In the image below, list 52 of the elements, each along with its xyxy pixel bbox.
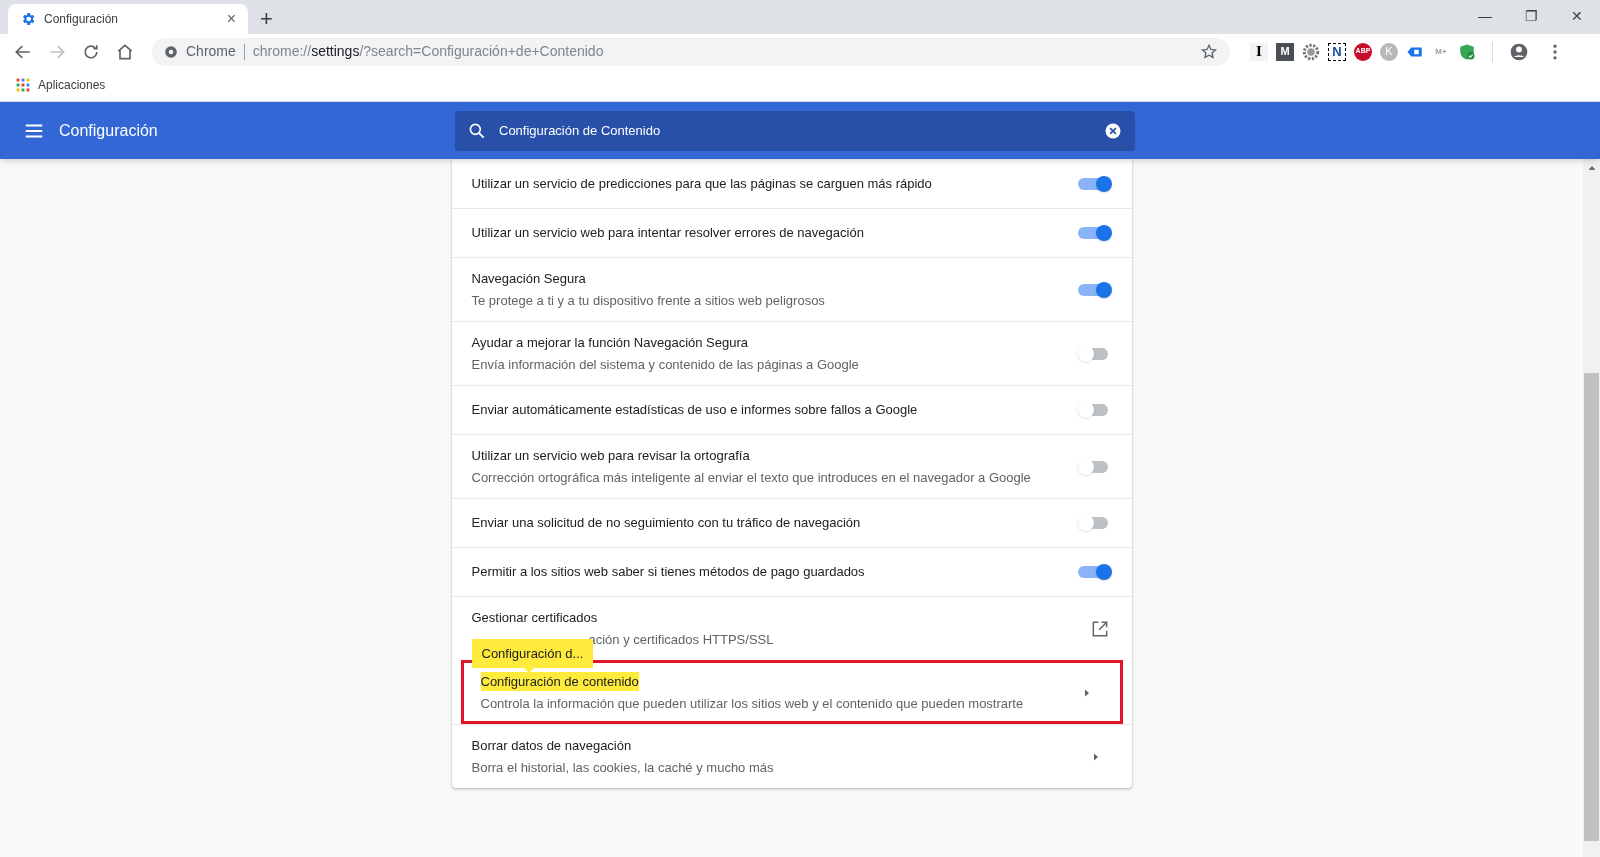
- setting-title: Permitir a los sitios web saber si tienes métodos de pago guardados: [471, 563, 865, 582]
- setting-title: Utilizar un servicio de predicciones para que las páginas se carguen más rápido: [471, 174, 932, 193]
- site-label: Chrome: [186, 42, 236, 61]
- setting-title: Utilizar un servicio web para revisar la ortografía: [471, 446, 750, 465]
- restore-button[interactable]: ❐: [1508, 0, 1554, 32]
- extension-icon[interactable]: M: [1276, 42, 1294, 61]
- gear-icon: [20, 11, 36, 27]
- highlighted-setting-row[interactable]: Configuración de contenido Controla la información que pueden utilizar los sitios web y el contenido que pueden mostrarte: [460, 660, 1123, 724]
- setting-title: Utilizar un servicio web para intentar resolver errores de navegación: [471, 224, 864, 243]
- setting-description: Te protege a ti y a tu dispositivo frente a sitios web peligrosos: [471, 292, 826, 310]
- apps-grid-icon: [16, 78, 30, 92]
- extension-icon[interactable]: I: [1250, 42, 1268, 61]
- setting-title: Ayudar a mejorar la función Navegación Segura: [471, 333, 749, 352]
- search-input[interactable]: Configuración de Contenido: [499, 120, 1091, 141]
- search-field[interactable]: Configuración de Contenido: [455, 110, 1135, 151]
- bookmark-item[interactable]: Aplicaciones: [16, 76, 106, 94]
- setting-row[interactable]: Navegación Segura Te protege a ti y a tu dispositivo frente a sitios web peligrosos: [451, 257, 1132, 321]
- setting-row[interactable]: Enviar una solicitud de no seguimiento con tu tráfico de navegación: [451, 498, 1132, 547]
- setting-title: Gestionar certificados: [471, 608, 598, 627]
- gear-icon[interactable]: [1302, 42, 1320, 61]
- toggle-switch[interactable]: [1077, 562, 1112, 582]
- tab-title: Configuración: [44, 11, 120, 28]
- setting-row[interactable]: Utilizar un servicio web para revisar la ortografía Corrección ortográfica más inteligente al enviar el texto que introduces en el navegador a Google: [451, 434, 1132, 498]
- close-window-button[interactable]: ✕: [1554, 0, 1600, 32]
- shield-icon[interactable]: [1458, 42, 1476, 61]
- setting-description: Borra el historial, las cookies, la caché y mucho más: [471, 759, 775, 777]
- setting-row[interactable]: Utilizar un servicio web para intentar resolver errores de navegación: [451, 208, 1132, 257]
- close-tab-button[interactable]: ×: [226, 11, 236, 27]
- star-icon[interactable]: [1200, 42, 1218, 61]
- extension-icon[interactable]: N: [1328, 42, 1346, 61]
- setting-row[interactable]: Ayudar a mejorar la función Navegación Segura Envía información del sistema y contenido de las páginas a Google: [451, 321, 1132, 385]
- minimize-button[interactable]: —: [1462, 0, 1508, 32]
- setting-description: Controla la información que pueden utilizar los sitios web y el contenido que pueden mostrarte: [480, 695, 1025, 713]
- setting-row[interactable]: Utilizar un servicio de predicciones para que las páginas se carguen más rápido: [451, 159, 1132, 208]
- setting-title: Enviar automáticamente estadísticas de uso e informes sobre fallos a Google: [471, 401, 918, 420]
- setting-description: Corrección ortográfica más inteligente al enviar el texto que introduces en el navegador a Google: [471, 469, 1032, 487]
- url-text: chrome://settings/?search=Configuración+de+Contenido: [252, 42, 605, 61]
- setting-title: Borrar datos de navegación: [471, 736, 632, 755]
- setting-title: Configuración de contenido: [480, 671, 639, 691]
- setting-row[interactable]: Permitir a los sitios web saber si tienes métodos de pago guardados: [451, 547, 1132, 596]
- setting-row[interactable]: Borrar datos de navegación Borra el historial, las cookies, la caché y mucho más: [451, 724, 1132, 788]
- setting-description: Envía información del sistema y contenido de las páginas a Google: [471, 356, 860, 374]
- address-bar[interactable]: Chrome chrome://settings/?search=Configuración+de+Contenido: [152, 37, 1230, 66]
- setting-title: Navegación Segura: [471, 269, 586, 288]
- new-tab-button[interactable]: +: [260, 8, 273, 30]
- setting-row[interactable]: Enviar automáticamente estadísticas de uso e informes sobre fallos a Google: [451, 385, 1132, 434]
- browser-tab[interactable]: Configuración ×: [8, 4, 248, 34]
- account-icon[interactable]: [1509, 41, 1529, 62]
- toggle-switch[interactable]: [1077, 223, 1112, 243]
- settings-title: Configuración: [59, 120, 159, 141]
- setting-title: Enviar una solicitud de no seguimiento con tu tráfico de navegación: [471, 514, 861, 533]
- scrollbar[interactable]: [1583, 159, 1600, 857]
